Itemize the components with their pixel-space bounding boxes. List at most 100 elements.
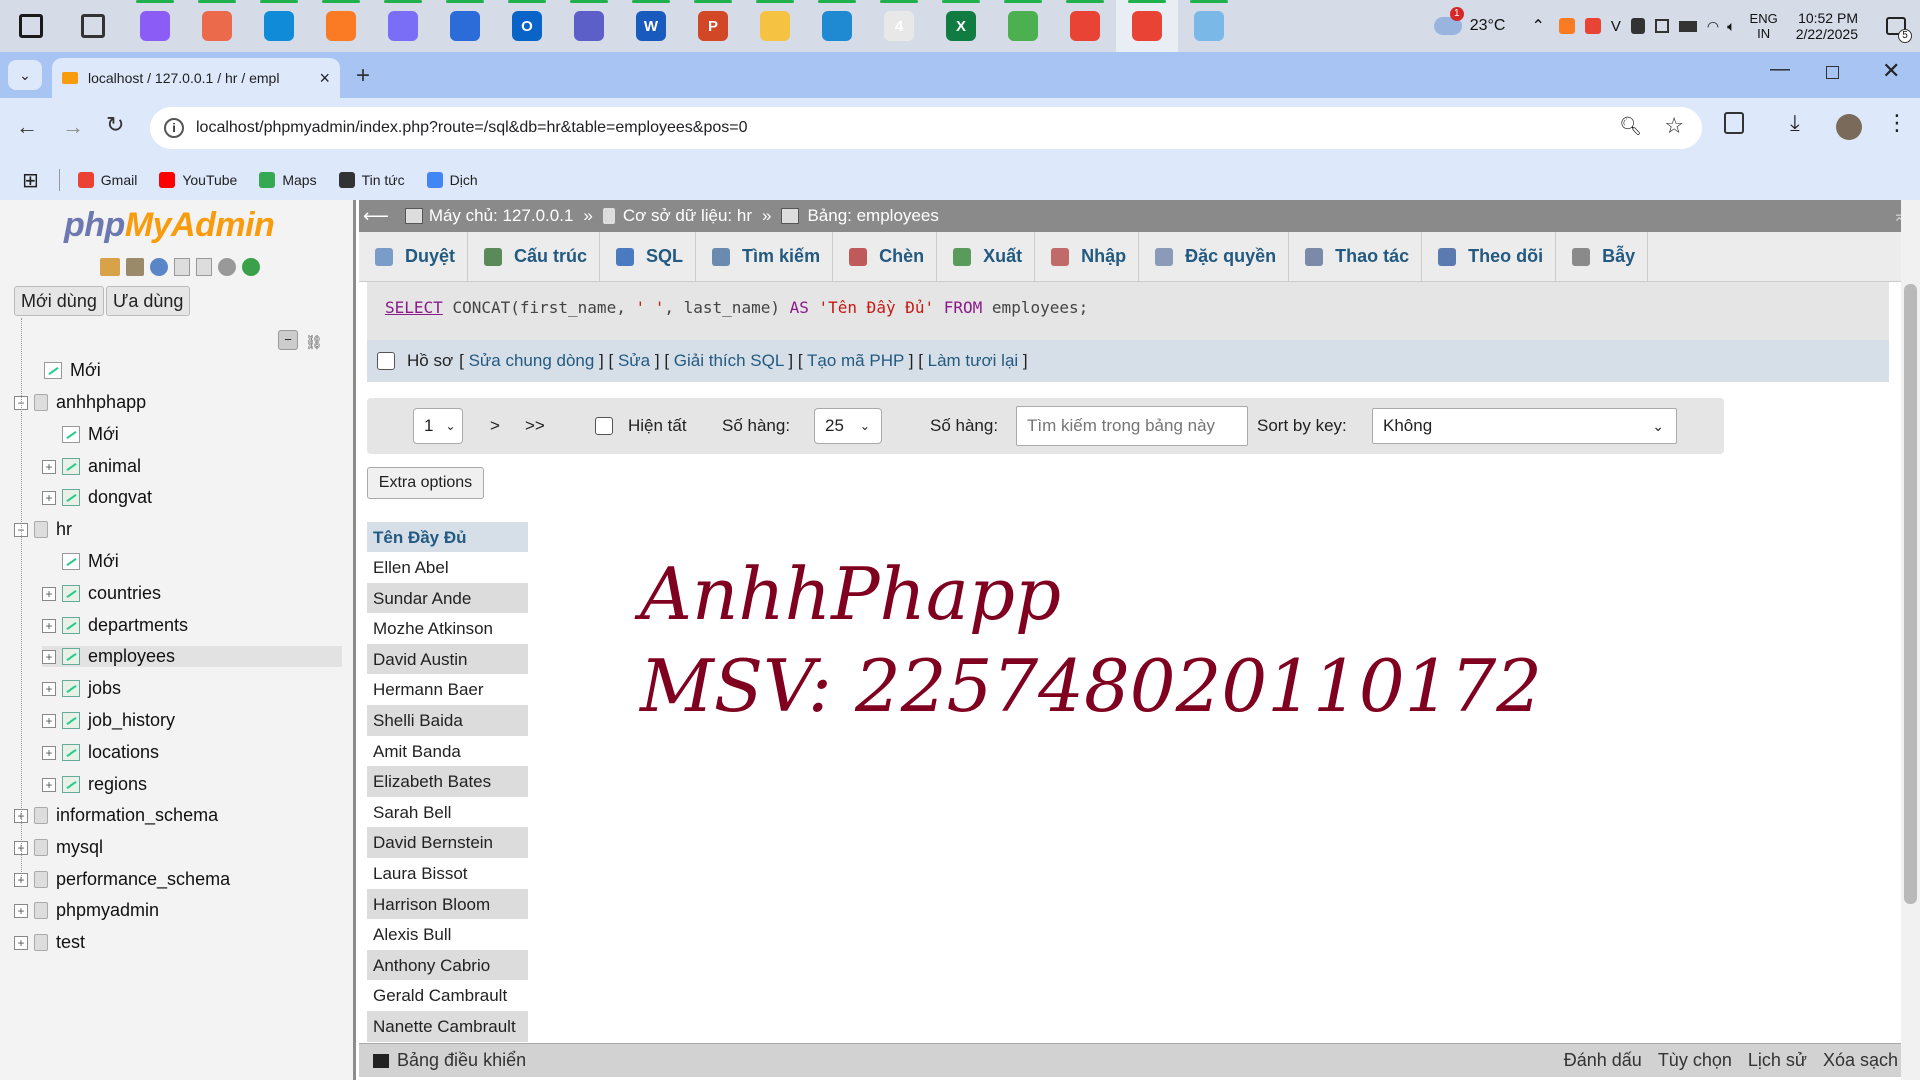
tree-item-anhhphapp[interactable]: − anhhphapp <box>14 392 146 413</box>
taskbar-app[interactable] <box>992 0 1054 52</box>
taskbar-app[interactable] <box>744 0 806 52</box>
tree-item-test[interactable]: + test <box>14 932 85 953</box>
table-row[interactable]: Mozhe Atkinson <box>367 613 528 644</box>
tab-privileges[interactable]: Đặc quyền <box>1139 232 1290 281</box>
notification-center-icon[interactable]: 5 <box>1886 17 1912 43</box>
table-row[interactable]: Laura Bissot <box>367 857 528 889</box>
bookmark-item[interactable]: YouTube <box>159 172 237 188</box>
bookmark-star-icon[interactable]: ☆ <box>1664 113 1684 139</box>
table-row[interactable]: Ellen Abel <box>367 552 528 583</box>
gear-icon[interactable] <box>218 258 236 276</box>
logout-icon[interactable] <box>126 258 144 276</box>
tab-search-button[interactable]: ⌄ <box>8 60 42 90</box>
expand-icon[interactable]: + <box>42 777 56 792</box>
address-bar[interactable]: i localhost/phpmyadmin/index.php?route=/… <box>150 107 1702 149</box>
taskbar-app[interactable]: W <box>620 0 682 52</box>
chevron-up-icon[interactable]: ⌃ <box>1531 16 1544 36</box>
docs-icon[interactable] <box>174 258 190 276</box>
next-page-button[interactable]: > <box>490 416 500 436</box>
breadcrumb-database[interactable]: Cơ sở dữ liệu: hr <box>623 206 752 226</box>
tree-item-information-schema[interactable]: + information_schema <box>14 805 218 826</box>
table-row[interactable]: Sundar Ande <box>367 582 528 614</box>
taskbar-app[interactable] <box>372 0 434 52</box>
phpmyadmin-logo[interactable]: phpMyAdmin <box>64 206 275 245</box>
tree-item-countries[interactable]: + countries <box>42 583 161 604</box>
avatar[interactable] <box>1836 114 1862 140</box>
bookmark-item[interactable]: Dịch <box>426 172 478 188</box>
site-info-icon[interactable]: i <box>164 118 184 138</box>
query-action-link[interactable]: Làm tươi lại <box>928 351 1019 370</box>
query-action-link[interactable]: Tạo mã PHP <box>807 351 904 370</box>
page-select[interactable]: 1 ⌄ <box>413 408 463 444</box>
expand-icon[interactable]: + <box>42 459 56 474</box>
tray-app-icon[interactable]: V <box>1611 18 1621 35</box>
taskbar-app[interactable]: X <box>930 0 992 52</box>
tree-item-m-i[interactable]: Mới <box>42 424 119 445</box>
taskbar-app[interactable]: P <box>682 0 744 52</box>
breadcrumb-table[interactable]: Bảng: employees <box>807 206 938 226</box>
extensions-icon[interactable] <box>1724 112 1744 134</box>
collapse-panel-icon[interactable]: ⟵ <box>363 206 389 227</box>
table-row[interactable]: Gerald Cambrault <box>367 980 528 1011</box>
taskbar-app[interactable] <box>310 0 372 52</box>
console-action-link[interactable]: Tùy chọn <box>1658 1050 1732 1071</box>
tree-item-animal[interactable]: + animal <box>42 456 141 477</box>
sort-by-key-select[interactable]: Không ⌄ <box>1372 408 1677 444</box>
clock[interactable]: 10:52 PM 2/22/2025 <box>1796 10 1858 42</box>
main-scrollbar[interactable] <box>1901 200 1920 1080</box>
apps-grid-icon[interactable]: ⊞ <box>22 168 39 193</box>
table-row[interactable]: Elizabeth Bates <box>367 766 528 797</box>
expand-icon[interactable]: + <box>42 713 56 728</box>
last-page-button[interactable]: >> <box>525 416 545 436</box>
rows-per-page-select[interactable]: 25 ⌄ <box>814 408 882 444</box>
profiling-checkbox[interactable] <box>377 352 395 370</box>
kebab-menu-icon[interactable]: ⋮ <box>1886 110 1908 136</box>
new-tab-button[interactable]: + <box>356 62 370 90</box>
console-action-link[interactable]: Đánh dấu <box>1564 1050 1642 1071</box>
expand-icon[interactable]: + <box>42 745 56 760</box>
weather-icon[interactable]: 1 <box>1433 7 1464 35</box>
language-indicator[interactable]: ENG IN <box>1750 11 1778 41</box>
tree-item-performance-schema[interactable]: + performance_schema <box>14 869 230 890</box>
tab-browse[interactable]: Duyệt <box>359 232 469 281</box>
expand-icon[interactable]: + <box>42 490 56 505</box>
taskbar-app[interactable] <box>1178 0 1240 52</box>
help-icon[interactable] <box>150 258 168 276</box>
tray-app-icon[interactable] <box>1654 19 1669 33</box>
copy-icon[interactable] <box>196 258 212 276</box>
download-icon[interactable]: ⤓ <box>1790 110 1800 136</box>
expand-icon[interactable]: + <box>14 903 28 918</box>
table-row[interactable]: Shelli Baida <box>367 704 528 736</box>
column-header-full-name[interactable]: Tên Đầy Đủ <box>367 522 528 552</box>
tab-triggers[interactable]: Bẫy <box>1556 232 1649 281</box>
bookmark-item[interactable]: Gmail <box>77 172 137 188</box>
tray-app-icon[interactable] <box>1584 18 1601 34</box>
browser-tab[interactable]: localhost / 127.0.0.1 / hr / empl × <box>52 58 340 98</box>
query-action-link[interactable]: Sửa chung dòng <box>469 351 595 370</box>
tab-insert[interactable]: Chèn <box>833 232 938 281</box>
expand-icon[interactable]: + <box>14 935 28 950</box>
volume-icon[interactable]: 🔈︎ <box>1727 18 1735 35</box>
taskbar-app[interactable] <box>1116 0 1178 52</box>
tree-item-regions[interactable]: + regions <box>42 774 147 795</box>
temperature[interactable]: 23°C <box>1470 17 1506 35</box>
console-action-link[interactable]: Lịch sử <box>1748 1050 1807 1071</box>
taskbar-app[interactable] <box>1054 0 1116 52</box>
scrollbar-thumb[interactable] <box>1904 284 1917 904</box>
bookmark-item[interactable]: Maps <box>259 172 317 188</box>
tab-close-icon[interactable]: × <box>319 68 330 89</box>
minimize-icon[interactable]: — <box>1770 58 1790 81</box>
query-action-link[interactable]: Sửa <box>618 351 650 370</box>
query-action-link[interactable]: Giải thích SQL <box>674 351 784 370</box>
tree-item-m-i[interactable]: Mới <box>42 551 119 572</box>
collapse-all-icon[interactable]: − <box>278 330 298 350</box>
tree-item-mysql[interactable]: + mysql <box>14 837 103 858</box>
recent-tables-button[interactable]: Mới dùng <box>14 286 104 316</box>
taskbar-app[interactable]: 4 <box>868 0 930 52</box>
security-shield-icon[interactable] <box>1630 18 1645 34</box>
taskbar-app[interactable] <box>806 0 868 52</box>
tab-tracking[interactable]: Theo dõi <box>1422 232 1557 281</box>
tab-export[interactable]: Xuất <box>937 232 1036 281</box>
expand-icon[interactable]: + <box>42 681 56 696</box>
tree-item-employees[interactable]: + employees <box>42 646 342 667</box>
